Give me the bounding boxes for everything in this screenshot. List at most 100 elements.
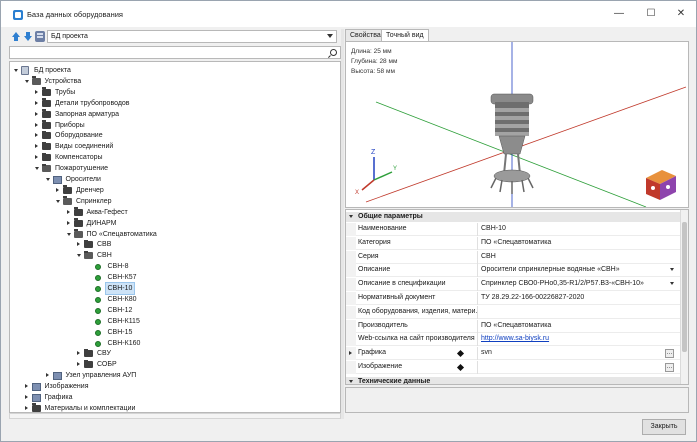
property-value-cell[interactable]: svn… — [481, 347, 676, 360]
expand-closed-icon[interactable] — [56, 187, 59, 192]
tree-item[interactable]: Изображения — [10, 381, 340, 392]
tree-item[interactable]: БД проекта — [10, 65, 340, 76]
property-grid[interactable]: Общие параметры Наименование СВН-10 Катего… — [345, 209, 689, 385]
property-grid-scrollbar[interactable] — [680, 210, 688, 384]
tree-item[interactable]: Пожаротушение — [10, 163, 340, 174]
tree-horizontal-scrollbar[interactable] — [9, 413, 341, 419]
expand-icon[interactable] — [349, 351, 352, 356]
expand-closed-icon[interactable] — [77, 362, 80, 367]
maximize-button[interactable]: ☐ — [639, 6, 663, 22]
property-row[interactable]: Код оборудования, изделия, матери... — [346, 305, 680, 319]
tree-item[interactable]: СВН-К115 — [10, 316, 340, 327]
tree-item[interactable]: ДИНАРМ — [10, 218, 340, 229]
chevron-down-icon[interactable] — [670, 282, 674, 286]
move-down-icon[interactable] — [23, 31, 34, 42]
expand-open-icon[interactable] — [24, 79, 29, 83]
expand-closed-icon[interactable] — [35, 155, 38, 160]
property-row[interactable]: Нормативный документ ТУ 28.29.22-166-0022… — [346, 292, 680, 305]
minimize-button[interactable]: — — [607, 6, 631, 22]
search-icon[interactable] — [330, 49, 337, 56]
expand-closed-icon[interactable] — [35, 144, 38, 149]
property-row[interactable]: Производитель ПО «Спецавтоматика — [346, 319, 680, 333]
exact-view-viewport[interactable]: Длина: 25 мм Глубина: 28 мм Высота: 58 м… — [345, 41, 689, 208]
property-value-cell[interactable] — [481, 306, 676, 319]
expand-open-icon[interactable] — [56, 199, 60, 203]
close-button[interactable]: Закрыть — [642, 419, 686, 435]
tree-item[interactable]: Материалы и комплектации — [10, 403, 340, 412]
tree-item[interactable]: Приборы — [10, 120, 340, 131]
property-value-cell[interactable]: … — [481, 361, 676, 374]
manufacturer-link[interactable]: http://www.sa-biysk.ru — [481, 335, 549, 342]
tree-item[interactable]: СОБР — [10, 359, 340, 370]
tree-item[interactable]: Запорная арматура — [10, 109, 340, 120]
expand-closed-icon[interactable] — [45, 373, 49, 378]
project-select[interactable]: БД проекта — [47, 30, 337, 43]
tree-item[interactable]: Оросители — [10, 174, 340, 185]
property-value-cell[interactable]: СВН — [481, 251, 676, 264]
property-value-cell[interactable]: ПО «Спецавтоматика — [481, 237, 676, 250]
tree-item[interactable]: Трубы — [10, 87, 340, 98]
property-row[interactable]: Web-ссылка на сайт производителя http://w… — [346, 333, 680, 347]
property-row[interactable]: Описание Оросители спринклерные водяные «… — [346, 264, 680, 278]
view-cube-icon[interactable] — [646, 170, 676, 200]
property-value-cell[interactable]: ТУ 28.29.22-166-00226827-2020 — [481, 292, 676, 305]
expand-open-icon[interactable] — [77, 254, 81, 258]
expand-closed-icon[interactable] — [35, 122, 38, 127]
tree-item[interactable]: Графика — [10, 392, 340, 403]
tree-item[interactable]: Спринклер — [10, 196, 340, 207]
tree-item[interactable]: СВН — [10, 250, 340, 261]
section-technical-data[interactable]: Технические данные — [346, 377, 680, 384]
tree-item[interactable]: Детали трубопроводов — [10, 98, 340, 109]
expand-closed-icon[interactable] — [24, 384, 28, 389]
panel-splitter[interactable] — [341, 29, 344, 419]
tree-item[interactable]: СВВ — [10, 239, 340, 250]
property-row[interactable]: Изображение… — [346, 361, 680, 374]
property-value-cell[interactable]: СВН-10 — [481, 223, 676, 236]
tree-item[interactable]: СВН-12 — [10, 305, 340, 316]
expand-closed-icon[interactable] — [35, 111, 38, 116]
tree-item[interactable]: Аква-Гефест — [10, 207, 340, 218]
expand-closed-icon[interactable] — [77, 351, 80, 356]
tab-properties[interactable]: Свойства — [345, 29, 386, 41]
expand-closed-icon[interactable] — [66, 209, 70, 214]
property-row[interactable]: Серия СВН — [346, 250, 680, 264]
tree-item[interactable]: Устройства — [10, 76, 340, 87]
expand-closed-icon[interactable] — [35, 133, 38, 138]
property-value-cell[interactable]: ПО «Спецавтоматика — [481, 320, 676, 333]
property-value-cell[interactable]: http://www.sa-biysk.ru — [481, 333, 676, 346]
expand-closed-icon[interactable] — [77, 242, 80, 247]
expand-closed-icon[interactable] — [24, 405, 28, 410]
property-row[interactable]: Графика svn… — [346, 347, 680, 361]
browse-button[interactable]: … — [665, 363, 674, 372]
scrollbar-thumb[interactable] — [682, 222, 687, 352]
tree-item[interactable]: Компенсаторы — [10, 152, 340, 163]
property-row[interactable]: Описание в спецификации Спринклер СВО0-РН… — [346, 278, 680, 292]
database-icon[interactable] — [35, 31, 46, 42]
tree-item[interactable]: ПО «Спецавтоматика — [10, 229, 340, 240]
property-row[interactable]: Категория ПО «Спецавтоматика — [346, 236, 680, 250]
collapse-icon[interactable] — [349, 215, 353, 218]
tree-item[interactable]: СВН-15 — [10, 327, 340, 338]
tree-item[interactable]: СВН-К57 — [10, 272, 340, 283]
equipment-tree[interactable]: БД проекта Устройства Трубы Детали трубопро… — [9, 61, 341, 413]
chevron-down-icon[interactable] — [670, 268, 674, 272]
tree-item[interactable]: СВУ — [10, 348, 340, 359]
browse-button[interactable]: … — [665, 349, 674, 359]
expand-closed-icon[interactable] — [24, 395, 28, 399]
tree-item[interactable]: Виды соединений — [10, 141, 340, 152]
expand-open-icon[interactable] — [45, 178, 50, 181]
property-value-cell[interactable]: Спринклер СВО0-РНо0,35-R1/2/Р57.В3-«СВН-… — [481, 278, 676, 291]
property-value-cell[interactable]: Оросители спринклерные водяные «СВН» — [481, 264, 676, 277]
expand-open-icon[interactable] — [14, 69, 18, 72]
tree-item[interactable]: Оборудование — [10, 130, 340, 141]
close-window-button[interactable]: ✕ — [669, 6, 693, 22]
tree-item[interactable]: СВН-10 — [10, 282, 340, 295]
expand-closed-icon[interactable] — [35, 100, 38, 105]
tree-item[interactable]: Дренчер — [10, 185, 340, 196]
expand-closed-icon[interactable] — [35, 89, 38, 94]
collapse-icon[interactable] — [349, 380, 353, 383]
tree-item[interactable]: СВН-К160 — [10, 338, 340, 349]
tree-item[interactable]: Узел управления АУП — [10, 370, 340, 381]
search-input[interactable] — [9, 46, 341, 59]
property-row[interactable]: Наименование СВН-10 — [346, 223, 680, 236]
